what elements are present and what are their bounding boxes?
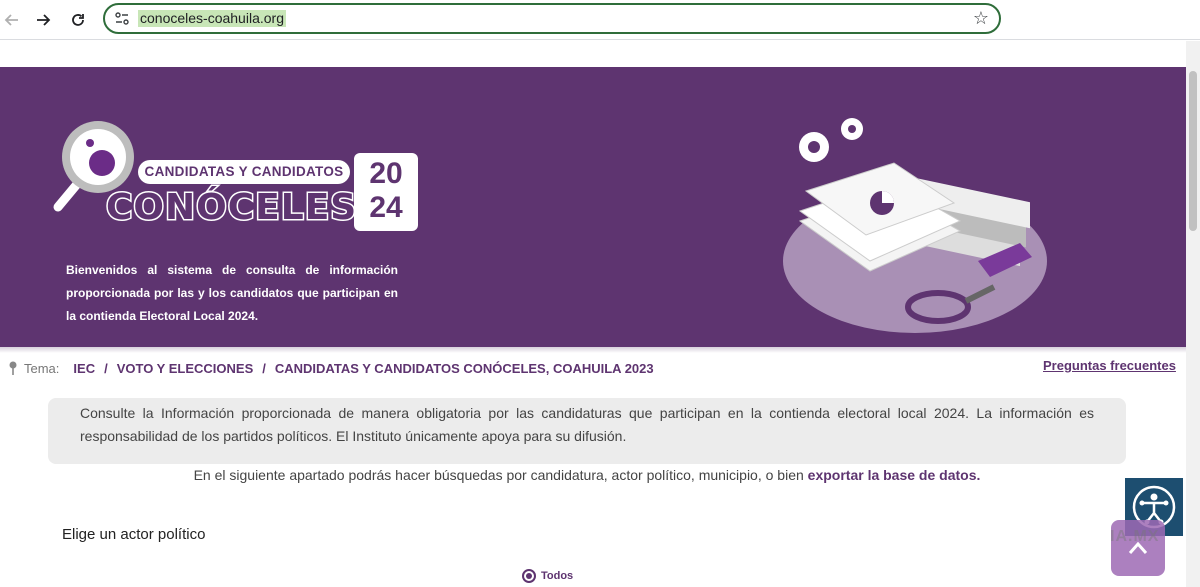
breadcrumb-label: Tema: <box>24 360 60 376</box>
radio-all-option[interactable]: Todos <box>522 569 573 583</box>
page-viewport: CANDIDATAS Y CANDIDATOS CONÓCELES CONÓCE… <box>0 41 1186 587</box>
star-icon[interactable]: ☆ <box>973 8 989 29</box>
reload-button[interactable] <box>66 8 90 32</box>
breadcrumb-separator: / <box>104 360 108 376</box>
reload-icon <box>72 14 84 26</box>
banner-shadow <box>0 347 1186 353</box>
actor-section-title: Elige un actor político <box>62 526 206 543</box>
browser-toolbar: conoceles-coahuila.org ☆ <box>0 0 1200 40</box>
page-scrollbar[interactable] <box>1186 41 1200 587</box>
radio-selected-icon[interactable] <box>522 569 536 583</box>
logo-year-top: 20 <box>369 157 403 190</box>
gear-icon <box>799 118 863 162</box>
logo-year: 20 24 <box>354 153 418 231</box>
breadcrumb-item-iec[interactable]: IEC <box>73 361 95 376</box>
url-text[interactable]: conoceles-coahuila.org <box>138 10 286 27</box>
breadcrumb-item-current[interactable]: CANDIDATAS Y CANDIDATOS CONÓCELES, COAHU… <box>275 361 654 376</box>
logo-tagline: CANDIDATAS Y CANDIDATOS <box>138 160 350 184</box>
search-hint-text: En el siguiente apartado podrás hacer bú… <box>193 467 808 483</box>
export-database-link[interactable]: exportar la base de datos. <box>808 467 981 483</box>
conoceles-logo: CANDIDATAS Y CANDIDATOS CONÓCELES CONÓCE… <box>50 121 430 233</box>
search-hint: En el siguiente apartado podrás hacer bú… <box>0 467 1174 483</box>
breadcrumb: Tema: IEC / VOTO Y ELECCIONES / CANDIDAT… <box>8 358 654 378</box>
breadcrumb-separator: / <box>262 360 266 376</box>
arrow-left-icon <box>4 14 18 26</box>
logo-word: CONÓCELES <box>106 187 358 228</box>
forward-button[interactable] <box>31 8 55 32</box>
back-button[interactable] <box>0 8 24 32</box>
logo-year-bottom: 24 <box>369 191 403 224</box>
documents-illustration <box>783 118 1047 333</box>
watermark: IA.MX <box>1110 528 1160 545</box>
scrollbar-thumb[interactable] <box>1189 71 1197 231</box>
faq-link[interactable]: Preguntas frecuentes <box>1043 358 1176 373</box>
site-settings-icon[interactable] <box>114 11 130 27</box>
map-pin-icon <box>9 361 17 375</box>
radio-all-label: Todos <box>541 570 574 582</box>
welcome-text: Bienvenidos al sistema de consulta de in… <box>66 263 398 323</box>
arrow-right-icon <box>37 14 51 26</box>
info-notice: Consulte la Información proporcionada de… <box>48 398 1126 464</box>
breadcrumb-item-voto[interactable]: VOTO Y ELECCIONES <box>117 361 254 376</box>
address-bar[interactable]: conoceles-coahuila.org ☆ <box>103 3 1001 34</box>
